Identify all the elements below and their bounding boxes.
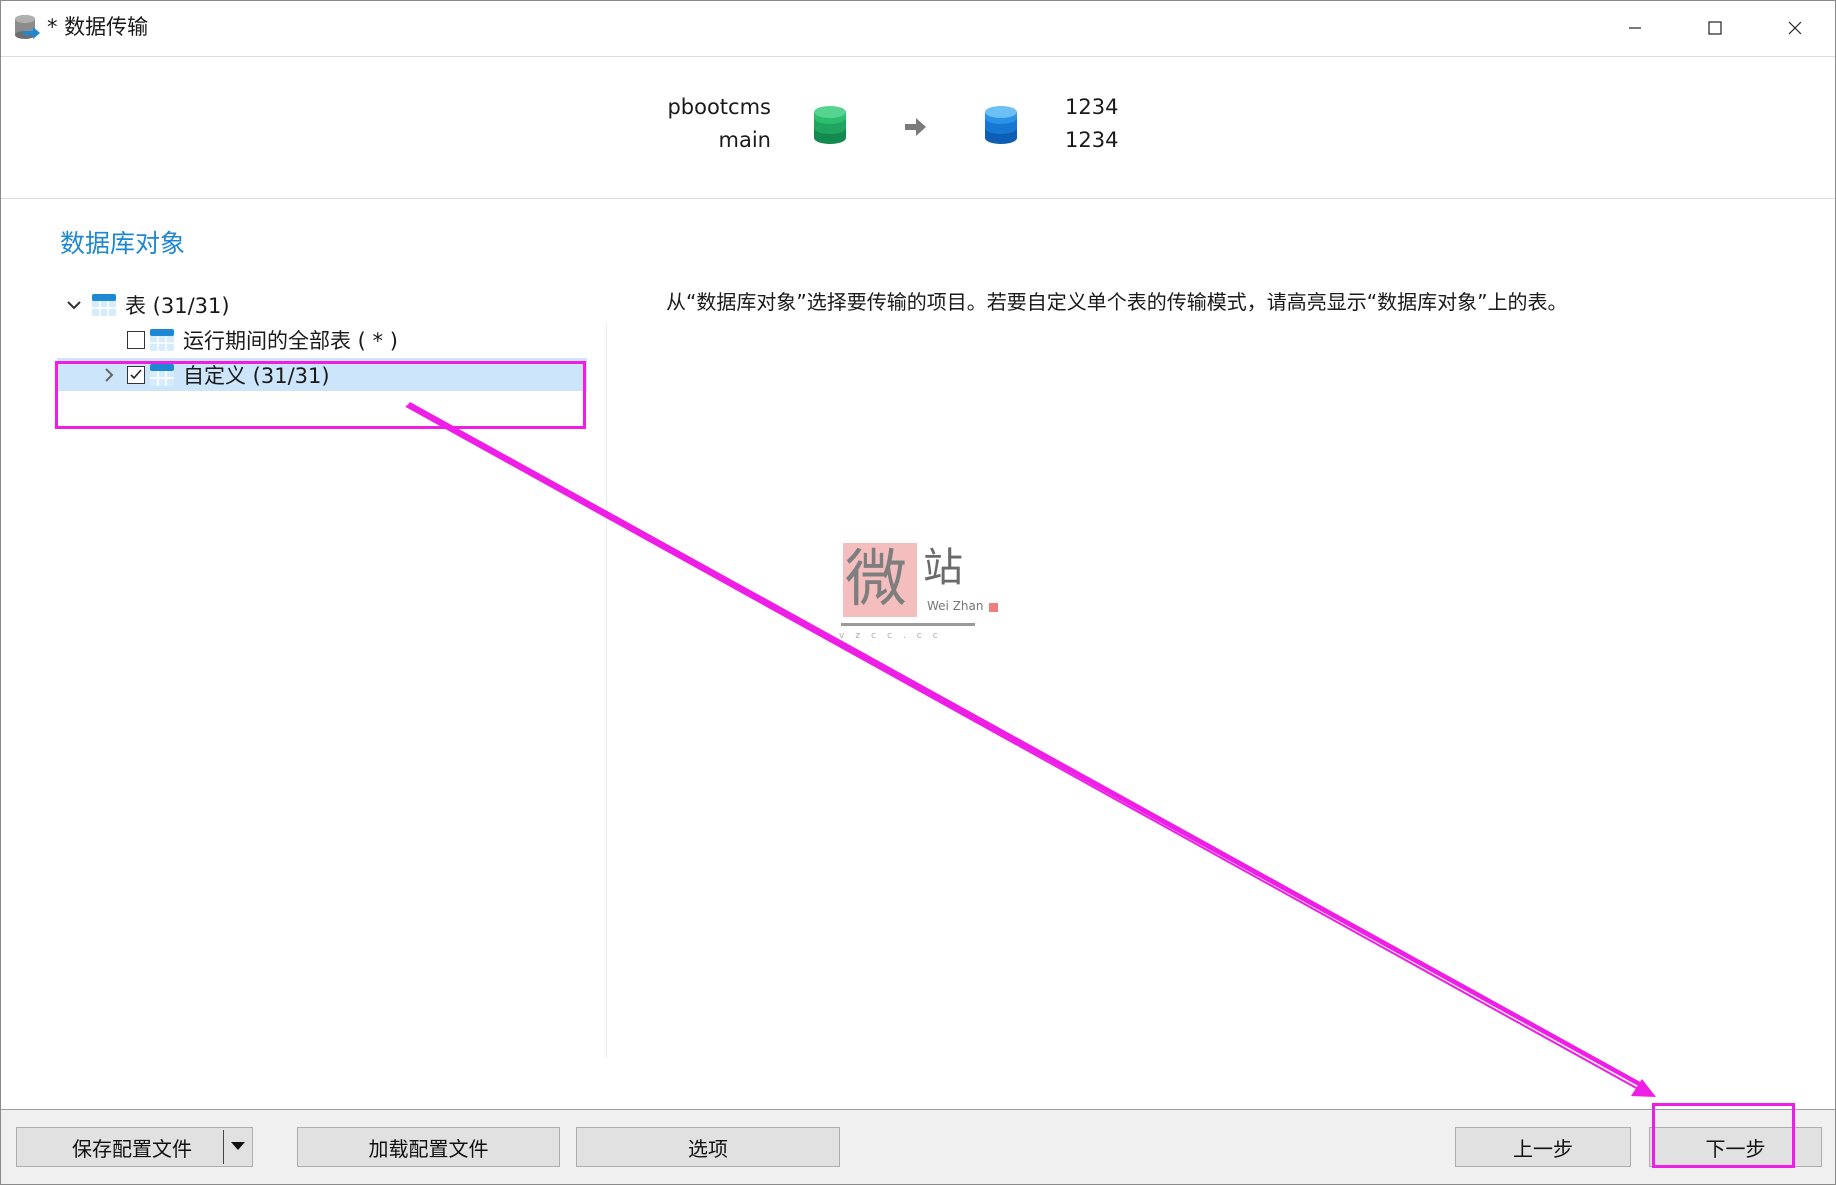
watermark-char-1: 微 bbox=[845, 542, 908, 615]
table-icon bbox=[150, 328, 174, 351]
green-database-icon bbox=[814, 106, 846, 144]
connection-header: pbootcms main 1234 1234 bbox=[1, 56, 1835, 199]
annotation-highlight-next bbox=[1652, 1103, 1795, 1168]
target-database-name: 1234 bbox=[1065, 128, 1119, 152]
source-connection-name: pbootcms bbox=[667, 95, 771, 119]
chevron-down-icon[interactable] bbox=[57, 288, 91, 321]
source-labels: pbootcms main bbox=[667, 91, 771, 157]
watermark-char-2: 站 bbox=[923, 545, 963, 591]
minimize-button[interactable] bbox=[1595, 1, 1675, 55]
previous-button[interactable]: 上一步 bbox=[1455, 1127, 1631, 1167]
watermark-dot bbox=[989, 603, 998, 612]
close-icon bbox=[1788, 21, 1802, 35]
title-bar[interactable]: * 数据传输 bbox=[1, 1, 1835, 55]
data-transfer-app-icon bbox=[15, 15, 40, 39]
pane-divider[interactable] bbox=[606, 323, 607, 1058]
tree-node-tables[interactable]: 表 (31/31) bbox=[57, 288, 230, 321]
maximize-icon bbox=[1708, 21, 1722, 35]
runtime-all-checkbox[interactable] bbox=[127, 330, 145, 349]
wizard-footer: 保存配置文件 加载配置文件 选项 上一步 下一步 bbox=[1, 1109, 1835, 1184]
database-objects-heading: 数据库对象 bbox=[60, 229, 186, 258]
target-labels: 1234 1234 bbox=[1065, 91, 1118, 157]
maximize-button[interactable] bbox=[1675, 1, 1755, 55]
blue-database-icon bbox=[985, 106, 1017, 144]
table-icon bbox=[92, 293, 116, 316]
watermark-subtitle: Wei Zhan bbox=[927, 599, 984, 613]
source-database-name: main bbox=[718, 128, 771, 152]
tree-label-tables: 表 (31/31) bbox=[125, 293, 230, 318]
annotation-highlight-tree bbox=[55, 361, 586, 429]
tree-node-runtime-all-tables[interactable]: 运行期间的全部表 ( * ) bbox=[57, 323, 398, 356]
caret-down-icon bbox=[231, 1142, 245, 1150]
minimize-icon bbox=[1629, 27, 1641, 29]
close-button[interactable] bbox=[1755, 1, 1835, 55]
tree-label-runtime-all: 运行期间的全部表 ( * ) bbox=[183, 328, 398, 353]
load-profile-button[interactable]: 加载配置文件 bbox=[297, 1127, 560, 1167]
watermark-logo: 微 站 Wei Zhan vzcc.cc bbox=[839, 541, 1005, 651]
save-profile-label: 保存配置文件 bbox=[72, 1136, 192, 1161]
data-transfer-window: * 数据传输 pbootcms main 1234 1234 数据库对象 表 (… bbox=[0, 0, 1836, 1185]
transfer-arrow-icon bbox=[905, 118, 926, 136]
options-button[interactable]: 选项 bbox=[576, 1127, 840, 1167]
window-title: * 数据传输 bbox=[47, 15, 149, 39]
save-profile-button[interactable]: 保存配置文件 bbox=[16, 1127, 253, 1167]
instruction-text: 从“数据库对象”选择要传输的项目。若要自定义单个表的传输模式，请高亮显示“数据库… bbox=[666, 290, 1568, 314]
watermark-url: vzcc.cc bbox=[839, 631, 949, 641]
target-connection-name: 1234 bbox=[1065, 95, 1119, 119]
watermark-underline bbox=[841, 623, 975, 626]
